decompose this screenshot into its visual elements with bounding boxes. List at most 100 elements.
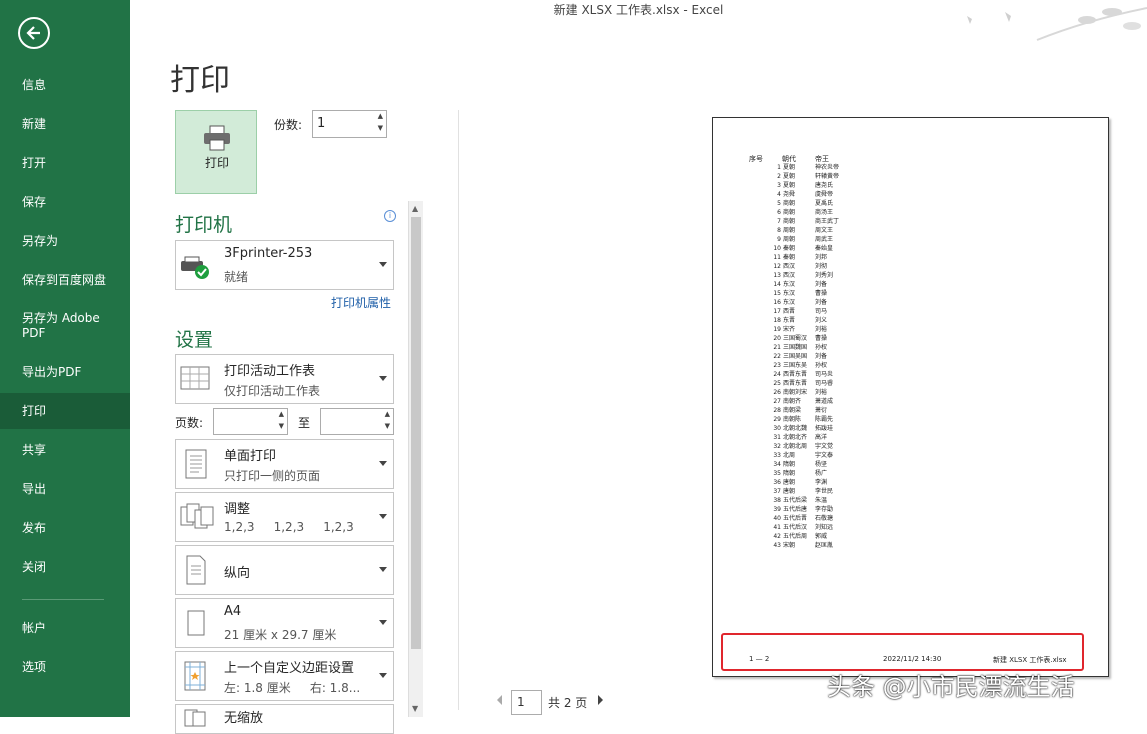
scroll-up-icon[interactable]: ▲ xyxy=(412,204,418,213)
pages-to-up-icon[interactable]: ▲ xyxy=(385,410,390,418)
pages-from-up-icon[interactable]: ▲ xyxy=(279,410,284,418)
row-emperor: 刘裕 xyxy=(815,326,828,333)
row-dynasty: 五代后汉 xyxy=(783,524,808,531)
row-index: 2 xyxy=(777,173,781,180)
row-dynasty: 南朝陈 xyxy=(783,416,802,423)
printer-properties-link[interactable]: 打印机属性 xyxy=(331,294,391,311)
table-row: 14 东汉 刘备 xyxy=(743,280,863,289)
row-index: 18 xyxy=(773,317,781,324)
next-page-icon[interactable] xyxy=(598,695,603,705)
print-scope-dropdown[interactable]: 打印活动工作表 仅打印活动工作表 xyxy=(175,354,394,404)
sides-dropdown[interactable]: 单面打印 只打印一侧的页面 xyxy=(175,439,394,489)
nav-item-close[interactable]: 关闭 xyxy=(0,549,130,585)
row-index: 25 xyxy=(773,380,781,387)
table-row: 5 商朝 夏禹氏 xyxy=(743,199,863,208)
scroll-down-icon[interactable]: ▼ xyxy=(412,704,418,713)
sides-title: 单面打印 xyxy=(224,449,277,464)
print-button-label: 打印 xyxy=(204,156,229,170)
nav-item-info[interactable]: 信息 xyxy=(0,67,130,103)
back-button[interactable] xyxy=(18,17,50,49)
nav-item-export[interactable]: 导出 xyxy=(0,471,130,507)
pages-to-input[interactable]: ▲ ▼ xyxy=(320,408,394,435)
row-emperor: 刘备 xyxy=(815,281,828,288)
nav-item-save-baidu[interactable]: 保存到百度网盘 xyxy=(0,262,130,298)
printer-dropdown[interactable]: 3Fprinter-253 就绪 xyxy=(175,240,394,290)
row-emperor: 孙权 xyxy=(815,362,828,369)
back-arrow-icon xyxy=(26,26,40,40)
row-dynasty: 西晋 xyxy=(783,308,796,315)
row-index: 12 xyxy=(773,263,781,270)
nav-item-share[interactable]: 共享 xyxy=(0,432,130,468)
nav-item-print[interactable]: 打印 xyxy=(0,393,130,429)
table-row: 4 尧舜 虞舜帝 xyxy=(743,190,863,199)
footer-highlight-box xyxy=(721,633,1084,671)
print-button[interactable]: 打印 xyxy=(175,110,257,194)
row-index: 24 xyxy=(773,371,781,378)
table-row: 18 东晋 刘义 xyxy=(743,316,863,325)
nav-item-options[interactable]: 选项 xyxy=(0,649,130,685)
row-index: 26 xyxy=(773,389,781,396)
row-index: 10 xyxy=(773,245,781,252)
settings-scrollbar[interactable]: ▲ ▼ xyxy=(408,201,423,717)
current-page-input[interactable]: 1 xyxy=(511,690,542,715)
row-index: 41 xyxy=(773,524,781,531)
collate-icon xyxy=(180,503,214,529)
margins-dropdown[interactable]: 上一个自定义边距设置 左: 1.8 厘米 右: 1.8... xyxy=(175,651,394,701)
panel-divider xyxy=(458,110,459,710)
row-dynasty: 三国蜀汉 xyxy=(783,335,808,342)
row-index: 1 xyxy=(777,164,781,171)
row-dynasty: 商朝 xyxy=(783,218,796,225)
paper-size-dropdown[interactable]: A4 21 厘米 x 29.7 厘米 xyxy=(175,598,394,648)
pages-to-down-icon[interactable]: ▼ xyxy=(385,422,390,430)
nav-item-publish[interactable]: 发布 xyxy=(0,510,130,546)
row-emperor: 曹操 xyxy=(815,335,828,342)
row-emperor: 司马睿 xyxy=(815,380,834,387)
table-row: 12 西汉 刘彻 xyxy=(743,262,863,271)
orientation-dropdown[interactable]: 纵向 xyxy=(175,545,394,595)
pages-from-down-icon[interactable]: ▼ xyxy=(279,422,284,430)
row-dynasty: 五代后梁 xyxy=(783,497,808,504)
nav-item-save[interactable]: 保存 xyxy=(0,184,130,220)
row-dynasty: 南朝齐 xyxy=(783,398,802,405)
row-emperor: 刘备 xyxy=(815,353,828,360)
row-dynasty: 五代后周 xyxy=(783,533,808,540)
row-dynasty: 东汉 xyxy=(783,299,796,306)
copies-up-icon[interactable]: ▲ xyxy=(378,112,383,120)
row-emperor: 轩辕黄帝 xyxy=(815,173,840,180)
row-emperor: 李存勖 xyxy=(815,506,834,513)
row-dynasty: 商朝 xyxy=(783,200,796,207)
portrait-page-icon xyxy=(186,555,206,585)
row-index: 21 xyxy=(773,344,781,351)
row-index: 27 xyxy=(773,398,781,405)
copies-down-icon[interactable]: ▼ xyxy=(378,124,383,132)
nav-item-save-as[interactable]: 另存为 xyxy=(0,223,130,259)
table-row: 33 北周 宇文泰 xyxy=(743,451,863,460)
table-row: 32 北朝北周 宇文觉 xyxy=(743,442,863,451)
prev-page-icon[interactable] xyxy=(497,695,502,705)
nav-item-account[interactable]: 帐户 xyxy=(0,610,130,646)
nav-item-export-pdf[interactable]: 导出为PDF xyxy=(0,354,130,390)
info-icon[interactable]: i xyxy=(384,210,396,222)
nav-item-open[interactable]: 打开 xyxy=(0,145,130,181)
row-dynasty: 宋朝 xyxy=(783,542,796,549)
table-row: 39 五代后唐 李存勖 xyxy=(743,505,863,514)
table-row: 13 西汉 刘秀刘 xyxy=(743,271,863,280)
pages-from-input[interactable]: ▲ ▼ xyxy=(213,408,288,435)
table-row: 21 三国魏国 孙权 xyxy=(743,343,863,352)
collate-dropdown[interactable]: 调整 1,2,3 1,2,3 1,2,3 xyxy=(175,492,394,542)
scaling-dropdown[interactable]: 无缩放 xyxy=(175,704,394,734)
print-scope-desc: 仅打印活动工作表 xyxy=(224,384,321,398)
scrollbar-thumb[interactable] xyxy=(411,217,421,649)
row-index: 17 xyxy=(773,308,781,315)
chevron-down-icon xyxy=(379,262,387,267)
row-index: 3 xyxy=(777,182,781,189)
copies-input[interactable]: 1 ▲ ▼ xyxy=(312,110,387,138)
row-index: 33 xyxy=(773,452,781,459)
table-row: 15 东汉 曹操 xyxy=(743,289,863,298)
row-index: 32 xyxy=(773,443,781,450)
pages-label: 页数: xyxy=(175,416,204,430)
nav-item-save-adobe-pdf[interactable]: 另存为 Adobe PDF xyxy=(0,308,110,344)
row-dynasty: 商朝 xyxy=(783,209,796,216)
nav-item-new[interactable]: 新建 xyxy=(0,106,130,142)
row-emperor: 司马 xyxy=(815,308,828,315)
